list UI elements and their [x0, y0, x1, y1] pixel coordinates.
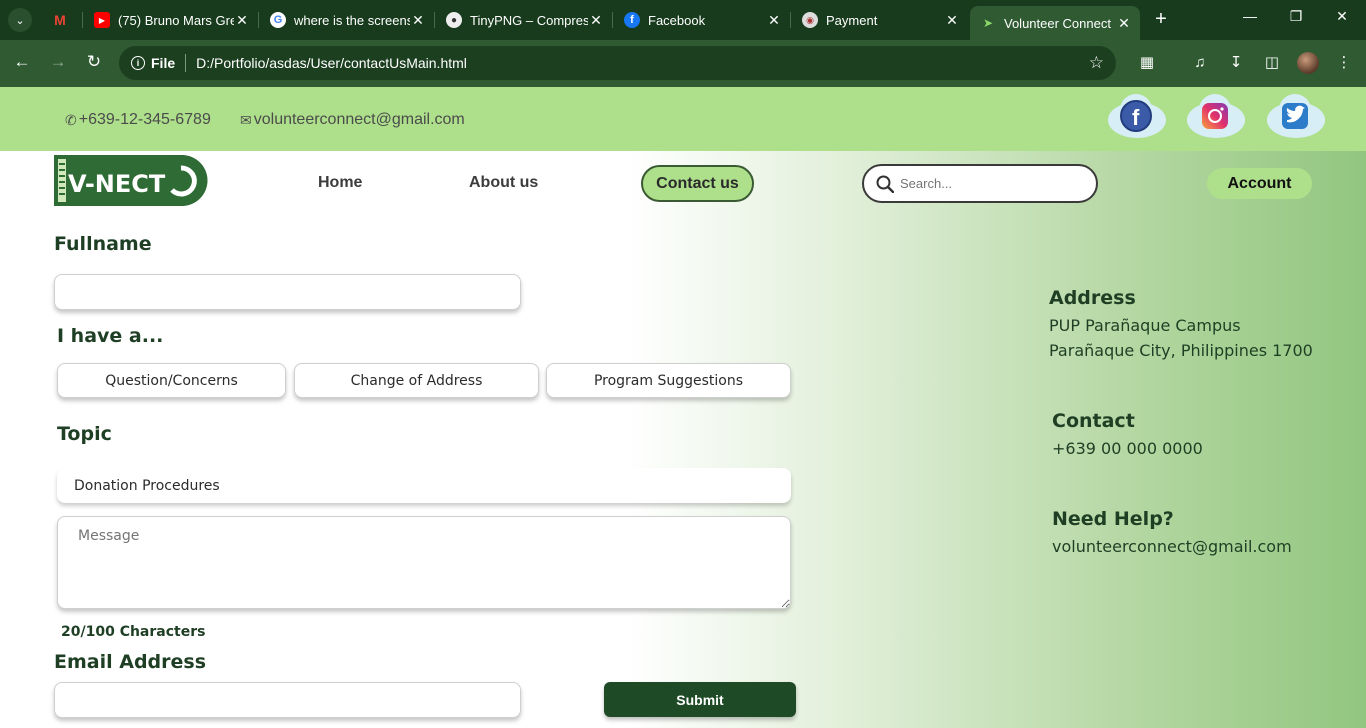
restore-icon[interactable]: ❐	[1284, 8, 1308, 25]
contact-number: +639 00 000 0000	[1052, 439, 1203, 458]
gmail-icon: M	[54, 12, 66, 28]
close-icon[interactable]: ✕	[766, 12, 782, 29]
need-help-heading: Need Help?	[1052, 508, 1174, 530]
tab-title: (75) Bruno Mars Gre	[118, 12, 234, 28]
facebook-icon: f	[624, 12, 640, 28]
nav-home[interactable]: Home	[318, 174, 362, 192]
facebook-icon: f	[1120, 100, 1152, 132]
nav-contact-us[interactable]: Contact us	[641, 165, 754, 202]
tab-search-chevron-icon[interactable]: ⌄	[8, 8, 32, 32]
forward-arrow-icon[interactable]: →	[46, 52, 70, 72]
submit-button[interactable]: Submit	[604, 682, 796, 717]
close-icon[interactable]: ✕	[410, 12, 426, 29]
tab-title: Facebook	[648, 12, 706, 28]
address-heading: Address	[1049, 287, 1136, 309]
address-bar[interactable]: i File D:/Portfolio/asdas/User/contactUs…	[119, 46, 1116, 80]
close-icon[interactable]: ✕	[588, 12, 604, 29]
option-question-concerns[interactable]: Question/Concerns	[57, 363, 286, 398]
email-label: Email Address	[54, 651, 207, 673]
message-textarea[interactable]	[58, 517, 790, 608]
payment-icon: ◉	[802, 12, 818, 28]
email-field-wrapper	[54, 682, 521, 718]
bookmark-star-icon[interactable]: ☆	[1089, 53, 1104, 73]
vconnect-icon: ➤	[982, 16, 994, 30]
tab-title: Payment	[826, 12, 878, 28]
topic-select[interactable]: Donation Procedures	[57, 468, 791, 503]
phone-info: ✆ +639-12-345-6789	[65, 111, 211, 129]
address-line-2: Parañaque City, Philippines 1700	[1049, 341, 1313, 360]
twitter-link[interactable]	[1265, 92, 1325, 144]
fullname-label: Fullname	[54, 233, 152, 255]
download-icon[interactable]: ↧	[1225, 52, 1247, 74]
window-close-icon[interactable]: ✕	[1330, 8, 1354, 25]
address-line-1: PUP Parañaque Campus	[1049, 316, 1241, 335]
email-text: volunteerconnect@gmail.com	[253, 111, 465, 128]
close-icon[interactable]: ✕	[234, 12, 250, 29]
more-menu-icon[interactable]: ⋮	[1333, 52, 1355, 74]
tab-tinypng[interactable]: ● TinyPNG – Compres ✕	[436, 6, 613, 34]
mail-icon: ✉	[240, 111, 252, 128]
fullname-input[interactable]	[55, 275, 520, 309]
tab-gmail[interactable]: M	[42, 6, 83, 34]
option-program-suggestions[interactable]: Program Suggestions	[546, 363, 791, 398]
search-input[interactable]	[900, 176, 1090, 191]
vnect-logo[interactable]: V-NECT	[54, 155, 208, 206]
facebook-link[interactable]: f	[1106, 92, 1166, 144]
phone-text: +639-12-345-6789	[78, 111, 211, 128]
minimize-icon[interactable]: —	[1238, 8, 1262, 24]
info-icon[interactable]: i	[131, 56, 145, 70]
logo-text: V-NECT	[68, 170, 166, 198]
url-text[interactable]: D:/Portfolio/asdas/User/contactUsMain.ht…	[196, 55, 467, 71]
message-field-wrapper	[57, 516, 791, 609]
google-icon: G	[270, 12, 286, 28]
scheme-label: File	[151, 55, 176, 71]
search-box	[862, 164, 1098, 203]
tab-facebook[interactable]: f Facebook ✕	[614, 6, 791, 34]
twitter-icon	[1282, 103, 1308, 129]
email-info: ✉ volunteerconnect@gmail.com	[240, 111, 465, 129]
browser-tab-strip: ⌄ M ▶ (75) Bruno Mars Gre ✕ G where is t…	[0, 0, 1366, 40]
nav-about[interactable]: About us	[469, 174, 538, 192]
youtube-icon: ▶	[94, 12, 110, 28]
phone-icon: ✆	[65, 111, 77, 128]
instagram-link[interactable]	[1185, 92, 1245, 144]
media-control-icon[interactable]: ♫	[1189, 52, 1211, 74]
back-arrow-icon[interactable]: ←	[10, 52, 34, 72]
profile-avatar[interactable]	[1297, 52, 1319, 74]
side-panel-icon[interactable]: ◫	[1261, 52, 1283, 74]
divider	[185, 54, 187, 72]
reload-icon[interactable]: ↻	[82, 52, 106, 72]
topic-label: Topic	[57, 423, 112, 445]
fullname-field-wrapper	[54, 274, 521, 310]
tab-google[interactable]: G where is the screens ✕	[260, 6, 435, 34]
email-input[interactable]	[55, 683, 520, 717]
close-icon[interactable]: ✕	[944, 12, 960, 29]
character-counter: 20/100 Characters	[61, 624, 206, 640]
instagram-icon	[1202, 103, 1228, 129]
tab-title: where is the screens	[294, 12, 410, 28]
tab-youtube[interactable]: ▶ (75) Bruno Mars Gre ✕	[84, 6, 259, 34]
tinypng-icon: ●	[446, 12, 462, 28]
tab-title: Volunteer Connect	[1004, 15, 1111, 31]
tab-payment[interactable]: ◉ Payment ✕	[792, 6, 968, 34]
close-icon[interactable]: ✕	[1116, 15, 1132, 32]
search-icon[interactable]	[876, 175, 894, 193]
tab-title: TinyPNG – Compres	[470, 12, 588, 28]
address-toolbar: ← → ↻ i File D:/Portfolio/asdas/User/con…	[0, 40, 1366, 87]
extensions-icon[interactable]: ▦	[1136, 52, 1158, 74]
option-change-of-address[interactable]: Change of Address	[294, 363, 539, 398]
new-tab-button[interactable]: +	[1150, 8, 1172, 30]
tab-volunteer-connect[interactable]: ➤ Volunteer Connect ✕	[970, 6, 1140, 40]
help-email: volunteerconnect@gmail.com	[1052, 537, 1292, 556]
i-have-a-label: I have a...	[57, 325, 164, 347]
account-button[interactable]: Account	[1207, 168, 1312, 199]
contact-heading: Contact	[1052, 410, 1135, 432]
svg-text:f: f	[1132, 105, 1140, 130]
